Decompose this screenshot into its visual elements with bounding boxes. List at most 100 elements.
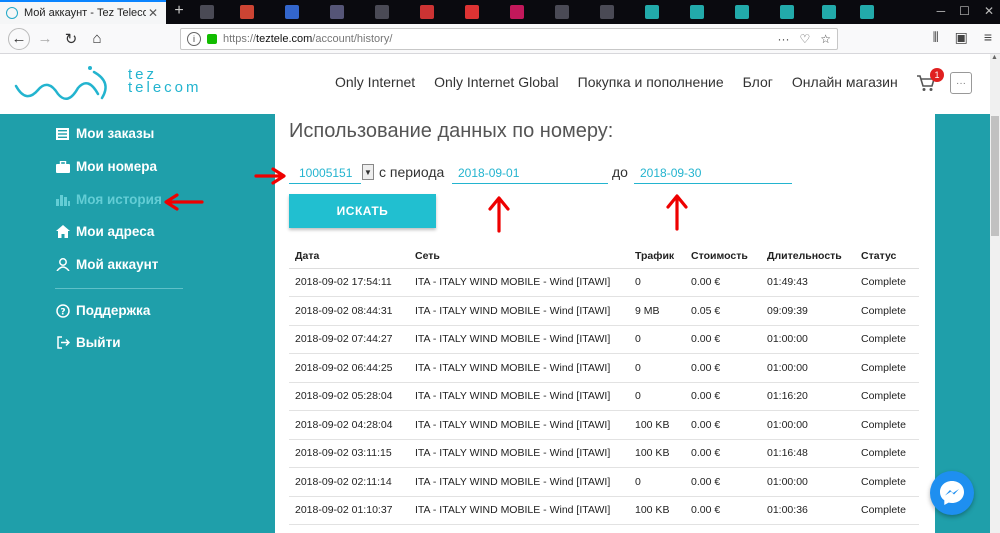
cell-date: 2018-09-02 02:11:14 [289, 467, 409, 497]
cell-duration: 01:16:48 [761, 439, 855, 468]
sidebar-toggle-icon[interactable]: ▣ [955, 29, 968, 46]
date-from-input[interactable]: 2018-09-01 [452, 162, 608, 184]
cart-count-badge: 1 [930, 68, 944, 82]
background-tab-icon[interactable] [240, 5, 254, 19]
browser-tab-active[interactable]: Мой аккаунт - Tez Telecom ✕ [0, 0, 166, 24]
home-icon[interactable]: ⌂ [86, 28, 108, 50]
page-scrollbar[interactable]: ▲ [990, 54, 1000, 533]
cell-traffic: 0 [629, 268, 685, 297]
menu-purchase-topup[interactable]: Покупка и пополнение [578, 74, 724, 90]
cell-date: 2018-09-02 05:28:04 [289, 382, 409, 411]
forward-arrow-icon[interactable]: → [34, 28, 56, 50]
cell-cost: 0.00 € [685, 382, 761, 411]
cell-network: ITA - ITALY WIND MOBILE - Wind [ITAWI] [409, 467, 629, 497]
menu-blog[interactable]: Блог [743, 74, 773, 90]
logo-text-line2: telecom [128, 79, 202, 96]
maximize-icon[interactable]: ☐ [959, 4, 970, 18]
cell-cost: 0.05 € [685, 296, 761, 326]
sidebar-item-label: Выйти [76, 335, 121, 350]
search-button[interactable]: ИСКАТЬ [289, 194, 436, 228]
background-tab-icon[interactable] [822, 5, 836, 19]
background-tab-icon[interactable] [735, 5, 749, 19]
new-tab-button[interactable]: + [170, 2, 188, 20]
usage-filter-form: 10005151 ▼ с периода 2018-09-01 до 2018-… [289, 162, 809, 186]
cell-traffic: 0 [629, 467, 685, 497]
cell-network: ITA - ITALY WIND MOBILE - Wind [ITAWI] [409, 410, 629, 440]
phone-number-select[interactable]: 10005151 [289, 162, 361, 184]
messenger-icon [940, 481, 964, 505]
cell-network: ITA - ITALY WIND MOBILE - Wind [ITAWI] [409, 496, 629, 525]
sidebar-item-history[interactable]: Моя история [55, 192, 162, 207]
background-tab-icon[interactable] [690, 5, 704, 19]
table-header-row: Дата Сеть Трафик Стоимость Длительность … [289, 244, 919, 269]
cell-network: ITA - ITALY WIND MOBILE - Wind [ITAWI] [409, 296, 629, 326]
menu-online-shop[interactable]: Онлайн магазин [792, 74, 898, 90]
cell-cost: 0.00 € [685, 496, 761, 525]
sidebar-item-numbers[interactable]: Мои номера [55, 159, 157, 174]
sidebar-item-orders[interactable]: Мои заказы [55, 126, 154, 141]
background-tab-icon[interactable] [420, 5, 434, 19]
table-row: 2018-09-02 04:28:04 ITA - ITALY WIND MOBI… [289, 410, 919, 440]
page-actions-icon[interactable]: ··· [777, 32, 789, 46]
menu-only-internet-global[interactable]: Only Internet Global [434, 74, 559, 90]
background-tab-icon[interactable] [600, 5, 614, 19]
site-header: tez telecom Only Internet Only Internet … [0, 54, 990, 114]
menu-only-internet[interactable]: Only Internet [335, 74, 415, 90]
sidebar-item-logout[interactable]: Выйти [55, 335, 121, 350]
scroll-thumb[interactable] [991, 116, 999, 236]
table-row: 2018-09-02 01:10:37 ITA - ITALY WIND MOBI… [289, 496, 919, 525]
user-icon [55, 258, 70, 272]
url-path: /account/history/ [312, 33, 393, 45]
hamburger-menu-icon[interactable]: ≡ [984, 29, 992, 46]
dropdown-arrow-icon[interactable]: ▼ [362, 164, 374, 180]
cell-date: 2018-09-02 08:44:31 [289, 296, 409, 326]
sidebar-divider [55, 288, 183, 289]
pocket-icon[interactable]: ♡ [799, 32, 810, 46]
scroll-up-icon[interactable]: ▲ [991, 54, 998, 61]
background-tab-icon[interactable] [285, 5, 299, 19]
cell-date: 2018-09-02 04:28:04 [289, 410, 409, 440]
cell-cost: 0.00 € [685, 410, 761, 440]
cell-duration: 01:49:43 [761, 268, 855, 297]
cell-duration: 01:16:20 [761, 382, 855, 411]
table-row: 2018-09-02 02:11:14 ITA - ITALY WIND MOBI… [289, 467, 919, 497]
messenger-chat-button[interactable] [930, 471, 974, 515]
background-tab-icon[interactable] [330, 5, 344, 19]
close-tab-icon[interactable]: ✕ [146, 6, 160, 20]
column-header-network: Сеть [409, 244, 629, 269]
column-header-duration: Длительность [761, 244, 855, 269]
annotation-arrow-up-icon [488, 196, 510, 233]
back-arrow-icon[interactable]: ← [8, 27, 30, 50]
background-tab-icon[interactable] [645, 5, 659, 19]
date-to-input[interactable]: 2018-09-30 [634, 162, 792, 184]
sidebar-item-account[interactable]: Мой аккаунт [55, 257, 158, 272]
cell-network: ITA - ITALY WIND MOBILE - Wind [ITAWI] [409, 268, 629, 297]
lock-icon[interactable] [207, 34, 217, 44]
background-tab-icon[interactable] [555, 5, 569, 19]
reload-icon[interactable]: ↻ [60, 28, 82, 50]
account-sidebar [0, 114, 275, 533]
address-bar[interactable]: i https:// teztele.com /account/history/… [180, 28, 838, 50]
cell-duration: 01:00:00 [761, 325, 855, 354]
background-tab-icon[interactable] [510, 5, 524, 19]
more-options-button[interactable]: ··· [950, 72, 972, 94]
sidebar-item-addresses[interactable]: Мои адреса [55, 224, 154, 239]
info-icon[interactable]: i [187, 32, 201, 46]
minimize-icon[interactable]: ─ [937, 4, 946, 18]
url-protocol: https:// [223, 33, 257, 45]
logo-text: tez telecom [128, 67, 202, 96]
window-controls: ─ ☐ ✕ [937, 4, 994, 18]
background-tab-icon[interactable] [860, 5, 874, 19]
cell-cost: 0.00 € [685, 439, 761, 468]
library-icon[interactable]: ⫴ [933, 29, 939, 46]
close-window-icon[interactable]: ✕ [984, 4, 994, 18]
background-tab-icon[interactable] [200, 5, 214, 19]
background-tab-icon[interactable] [780, 5, 794, 19]
bookmark-star-icon[interactable]: ☆ [820, 32, 831, 46]
table-body: 2018-09-02 17:54:11 ITA - ITALY WIND MOBI… [289, 268, 919, 525]
background-tab-icon[interactable] [375, 5, 389, 19]
background-tab-icon[interactable] [465, 5, 479, 19]
annotation-arrow-left-icon [164, 193, 204, 211]
sidebar-item-support[interactable]: ? Поддержка [55, 303, 150, 318]
sidebar-item-label: Мои адреса [76, 224, 155, 239]
